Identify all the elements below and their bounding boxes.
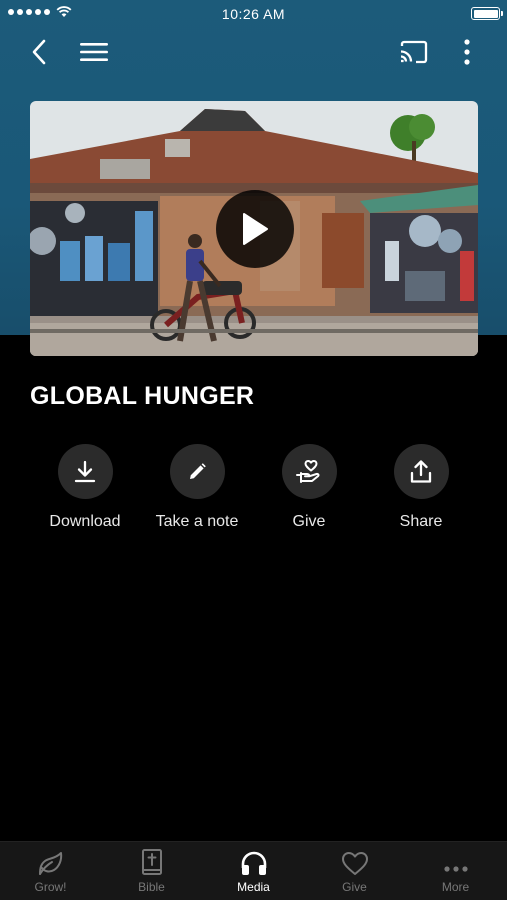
hamburger-icon (80, 43, 108, 61)
share-button[interactable]: Share (365, 444, 477, 531)
download-circle (57, 444, 113, 499)
take-note-circle (169, 444, 225, 499)
share-label: Share (399, 513, 443, 530)
cast-button[interactable] (394, 32, 434, 72)
status-time: 10:26 AM (221, 6, 286, 22)
tab-give-label: Give (342, 880, 367, 894)
tab-media-label: Media (237, 880, 270, 894)
take-note-label: Take a note (155, 513, 239, 530)
menu-button[interactable] (74, 32, 114, 72)
tab-grow-label: Grow! (34, 880, 67, 894)
download-icon (74, 460, 96, 482)
media-title: GLOBAL HUNGER (30, 382, 255, 410)
bottom-tab-bar: Grow! Bible Media Give More (0, 841, 507, 900)
heart-icon (341, 852, 368, 875)
heart-hand-icon (296, 459, 320, 483)
pencil-icon (190, 462, 206, 479)
dots-icon (443, 866, 468, 872)
tab-more[interactable]: More (405, 842, 506, 900)
battery-icon (471, 7, 503, 20)
play-button[interactable] (216, 190, 294, 268)
top-navigation (0, 32, 507, 72)
more-options-button[interactable] (452, 32, 482, 72)
play-icon (243, 213, 268, 245)
share-circle (393, 444, 449, 499)
cast-icon (400, 40, 428, 64)
give-label: Give (292, 513, 326, 530)
tab-more-label: More (441, 880, 470, 894)
media-actions: Download Take a note Give Share (0, 444, 507, 544)
download-button[interactable]: Download (29, 444, 141, 531)
leaf-icon (38, 852, 62, 875)
download-label: Download (49, 513, 121, 530)
back-button[interactable] (22, 32, 56, 72)
take-note-button[interactable]: Take a note (141, 444, 253, 531)
video-player[interactable] (30, 101, 478, 356)
share-icon (410, 459, 432, 483)
tab-give[interactable]: Give (304, 842, 405, 900)
chevron-left-icon (32, 39, 46, 65)
status-bar: 10:26 AM (0, 0, 507, 28)
tab-grow[interactable]: Grow! (0, 842, 101, 900)
bible-icon (141, 849, 162, 875)
tab-bible[interactable]: Bible (101, 842, 202, 900)
give-button[interactable]: Give (253, 444, 365, 531)
headphones-icon (241, 851, 266, 875)
vertical-dots-icon (464, 39, 470, 65)
tab-media[interactable]: Media (203, 842, 304, 900)
give-circle (281, 444, 337, 499)
tab-bible-label: Bible (138, 880, 165, 894)
